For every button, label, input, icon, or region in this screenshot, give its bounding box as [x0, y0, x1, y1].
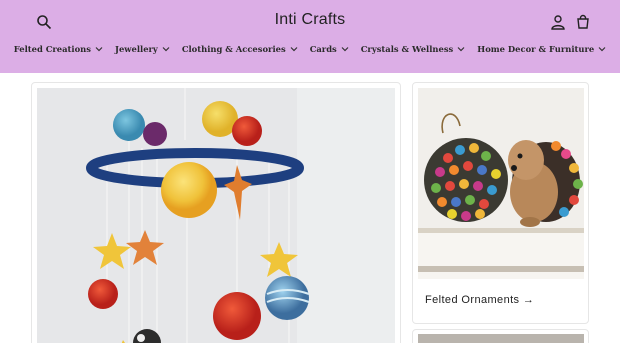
nav-item-label: Clothing & Accesories [181, 44, 286, 54]
nav-item-label: Cards [309, 44, 337, 54]
nav-item-label: Felted Creations [13, 44, 91, 54]
nav-item-label: Crystals & Wellness [360, 44, 454, 54]
cart-icon[interactable] [573, 12, 593, 32]
nav-item-home-decor-furniture[interactable]: Home Decor & Furniture [471, 44, 612, 54]
chevron-down-icon [341, 47, 349, 52]
chevron-down-icon [457, 47, 465, 52]
account-icon[interactable] [548, 12, 568, 32]
main-navigation: Felted Creations Jewellery Clothing & Ac… [0, 44, 620, 54]
chevron-down-icon [162, 47, 170, 52]
collection-card-secondary[interactable] [412, 329, 589, 343]
site-header: Inti Crafts Felted Creations Jewellery C… [0, 0, 620, 73]
felted-ornaments-link[interactable]: Felted Ornaments → [425, 294, 534, 306]
collection-card-felted-ornaments[interactable]: Felted Ornaments → [412, 82, 589, 324]
collection-card-main[interactable] [31, 82, 401, 343]
nav-item-crystals-wellness[interactable]: Crystals & Wellness [355, 44, 472, 54]
nav-item-cards[interactable]: Cards [304, 44, 355, 54]
secondary-collection-image [418, 334, 584, 343]
nav-item-label: Jewellery [115, 44, 158, 54]
solar-system-mobile-image [37, 88, 395, 343]
chevron-down-icon [95, 47, 103, 52]
nav-item-jewellery[interactable]: Jewellery [109, 44, 176, 54]
felted-ornaments-image [418, 88, 584, 279]
store-logo[interactable]: Inti Crafts [0, 11, 620, 29]
nav-item-clothing-accesories[interactable]: Clothing & Accesories [176, 44, 304, 54]
chevron-down-icon [290, 47, 298, 52]
chevron-down-icon [598, 47, 606, 52]
nav-item-label: Home Decor & Furniture [477, 44, 595, 54]
nav-item-felted-creations[interactable]: Felted Creations [8, 44, 109, 54]
